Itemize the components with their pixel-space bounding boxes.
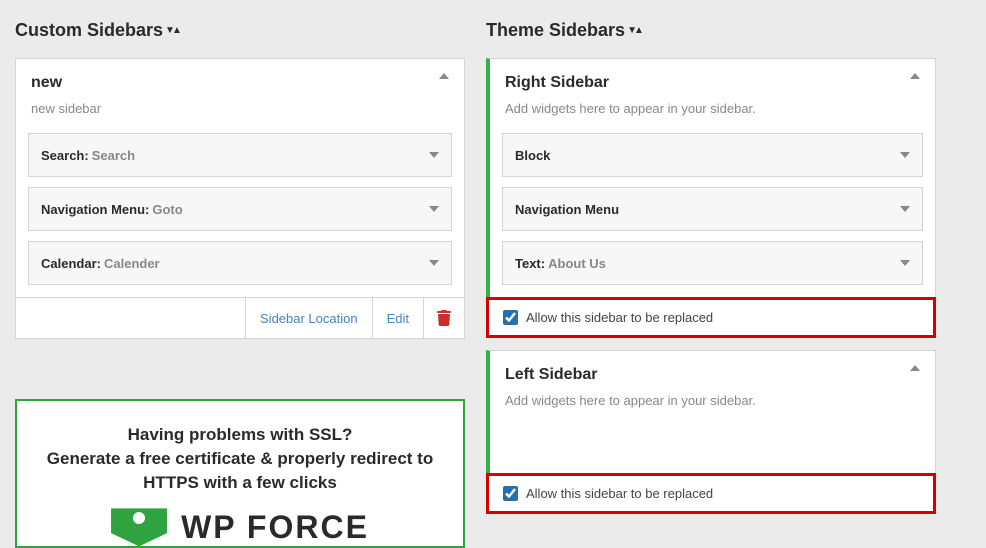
theme-sidebar-panel-right: Right Sidebar Add widgets here to appear…: [486, 58, 936, 298]
widget-value: Calender: [104, 256, 160, 271]
theme-panel-desc: Add widgets here to appear in your sideb…: [505, 393, 920, 408]
widget-value: Goto: [152, 202, 182, 217]
theme-panel-header[interactable]: Left Sidebar Add widgets here to appear …: [490, 351, 935, 473]
allow-replace-checkbox[interactable]: [503, 310, 518, 325]
custom-widget-list: Search: Search Navigation Menu: Goto Cal…: [16, 128, 464, 297]
widget-name: Calendar: [41, 256, 97, 271]
allow-replace-row: Allow this sidebar to be replaced: [486, 297, 936, 338]
widget-item[interactable]: Block: [502, 133, 923, 177]
chevron-down-icon: [900, 206, 910, 212]
collapse-icon[interactable]: [910, 365, 920, 371]
chevron-down-icon: [900, 152, 910, 158]
theme-sidebars-heading: Theme Sidebars ▼▲: [486, 20, 936, 41]
theme-widget-list: Block Navigation Menu Text: About Us: [490, 128, 935, 297]
custom-panel-actions: Sidebar Location Edit: [16, 297, 464, 338]
custom-sidebar-panel: new new sidebar Search: Search Navigatio…: [15, 58, 465, 339]
delete-button[interactable]: [424, 298, 464, 338]
widget-name: Search: [41, 148, 84, 163]
theme-panel-header[interactable]: Right Sidebar Add widgets here to appear…: [490, 59, 935, 128]
sort-icon[interactable]: ▼▲: [165, 25, 179, 36]
sidebar-location-button[interactable]: Sidebar Location: [246, 298, 373, 338]
widget-item[interactable]: Calendar: Calender: [28, 241, 452, 285]
widget-name: Block: [515, 148, 550, 163]
promo-title-line2: Generate a free certificate & properly r…: [35, 447, 445, 495]
collapse-icon[interactable]: [910, 73, 920, 79]
theme-sidebar-panel-left: Left Sidebar Add widgets here to appear …: [486, 350, 936, 474]
allow-replace-label: Allow this sidebar to be replaced: [526, 310, 713, 325]
widget-item[interactable]: Navigation Menu: [502, 187, 923, 231]
widget-name: Text: [515, 256, 541, 271]
theme-sidebars-heading-text: Theme Sidebars: [486, 20, 625, 41]
widget-name: Navigation Menu: [41, 202, 145, 217]
widget-item[interactable]: Text: About Us: [502, 241, 923, 285]
sort-icon[interactable]: ▼▲: [627, 25, 641, 36]
edit-button[interactable]: Edit: [373, 298, 424, 338]
custom-panel-desc: new sidebar: [31, 101, 449, 116]
collapse-icon[interactable]: [439, 73, 449, 79]
custom-panel-title: new: [31, 74, 449, 92]
theme-panel-title: Left Sidebar: [505, 366, 920, 384]
chevron-down-icon: [429, 260, 439, 266]
promo-title-line1: Having problems with SSL?: [35, 423, 445, 447]
custom-sidebars-heading-text: Custom Sidebars: [15, 20, 163, 41]
action-spacer: [16, 298, 246, 338]
allow-replace-label: Allow this sidebar to be replaced: [526, 486, 713, 501]
widget-name: Navigation Menu: [515, 202, 619, 217]
widget-item[interactable]: Search: Search: [28, 133, 452, 177]
chevron-down-icon: [429, 206, 439, 212]
chevron-down-icon: [900, 260, 910, 266]
widget-value: About Us: [548, 256, 606, 271]
chevron-down-icon: [429, 152, 439, 158]
allow-replace-checkbox[interactable]: [503, 486, 518, 501]
allow-replace-row: Allow this sidebar to be replaced: [486, 473, 936, 514]
widget-item[interactable]: Navigation Menu: Goto: [28, 187, 452, 231]
theme-panel-title: Right Sidebar: [505, 74, 920, 92]
trash-icon: [437, 310, 451, 326]
shield-icon: [111, 508, 167, 546]
custom-panel-header[interactable]: new new sidebar: [16, 59, 464, 128]
promo-logo: WP FORCE: [35, 508, 445, 546]
promo-card[interactable]: Having problems with SSL? Generate a fre…: [15, 399, 465, 548]
widget-value: Search: [92, 148, 135, 163]
promo-brand: WP FORCE: [181, 509, 369, 546]
theme-panel-desc: Add widgets here to appear in your sideb…: [505, 101, 920, 116]
custom-sidebars-heading: Custom Sidebars ▼▲: [15, 20, 465, 41]
